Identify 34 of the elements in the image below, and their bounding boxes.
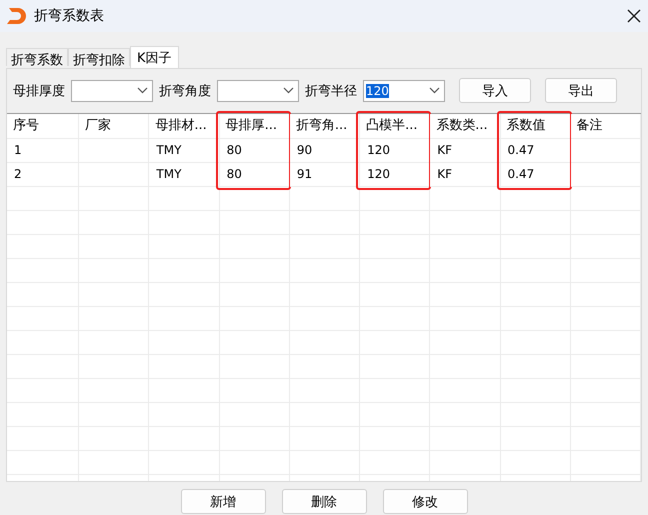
table-cell-text: 1 [14,142,22,159]
dropdown-field[interactable] [71,80,153,102]
window-title: 折弯系数表 [34,7,104,25]
close-icon[interactable] [626,8,642,24]
dropdown-field[interactable] [217,80,299,102]
chevron-icon [137,87,148,94]
table-cell-text: 80 [226,166,242,183]
tab[interactable]: 折弯系数 [6,48,68,66]
table-cell-text: 90 [296,142,312,159]
tab[interactable]: 折弯扣除 [68,48,130,66]
toolbar-button[interactable]: 导出 [545,78,617,103]
action-button[interactable]: 修改 [382,489,468,514]
table-cell-text: 2 [14,166,22,183]
table-cell-text: 120 [367,142,390,159]
table-cell-text: 80 [226,142,242,159]
table-cell-text: KF [437,166,452,183]
app-logo-icon [6,5,28,27]
filter-label: 母排厚度 [13,82,65,100]
toolbar-button[interactable]: 导入 [459,78,531,103]
action-button[interactable]: 删除 [282,489,366,514]
table-cell-text: KF [437,142,452,159]
table-cell-text: 120 [367,166,390,183]
dropdown-field[interactable]: 120 [363,80,445,102]
action-button[interactable]: 新增 [180,489,266,514]
table-cell-text: TMY [156,142,182,159]
table-cell-text: 91 [296,166,312,183]
filter-label: 折弯角度 [159,82,211,100]
table-cell-text: TMY [156,166,182,183]
filter-label: 折弯半径 [305,82,357,100]
chevron-icon [429,87,440,94]
table-cell-text: 0.47 [508,166,534,183]
tab[interactable]: K因子 [130,46,179,68]
chevron-icon [283,87,294,94]
table-cell-text: 0.47 [508,142,534,159]
